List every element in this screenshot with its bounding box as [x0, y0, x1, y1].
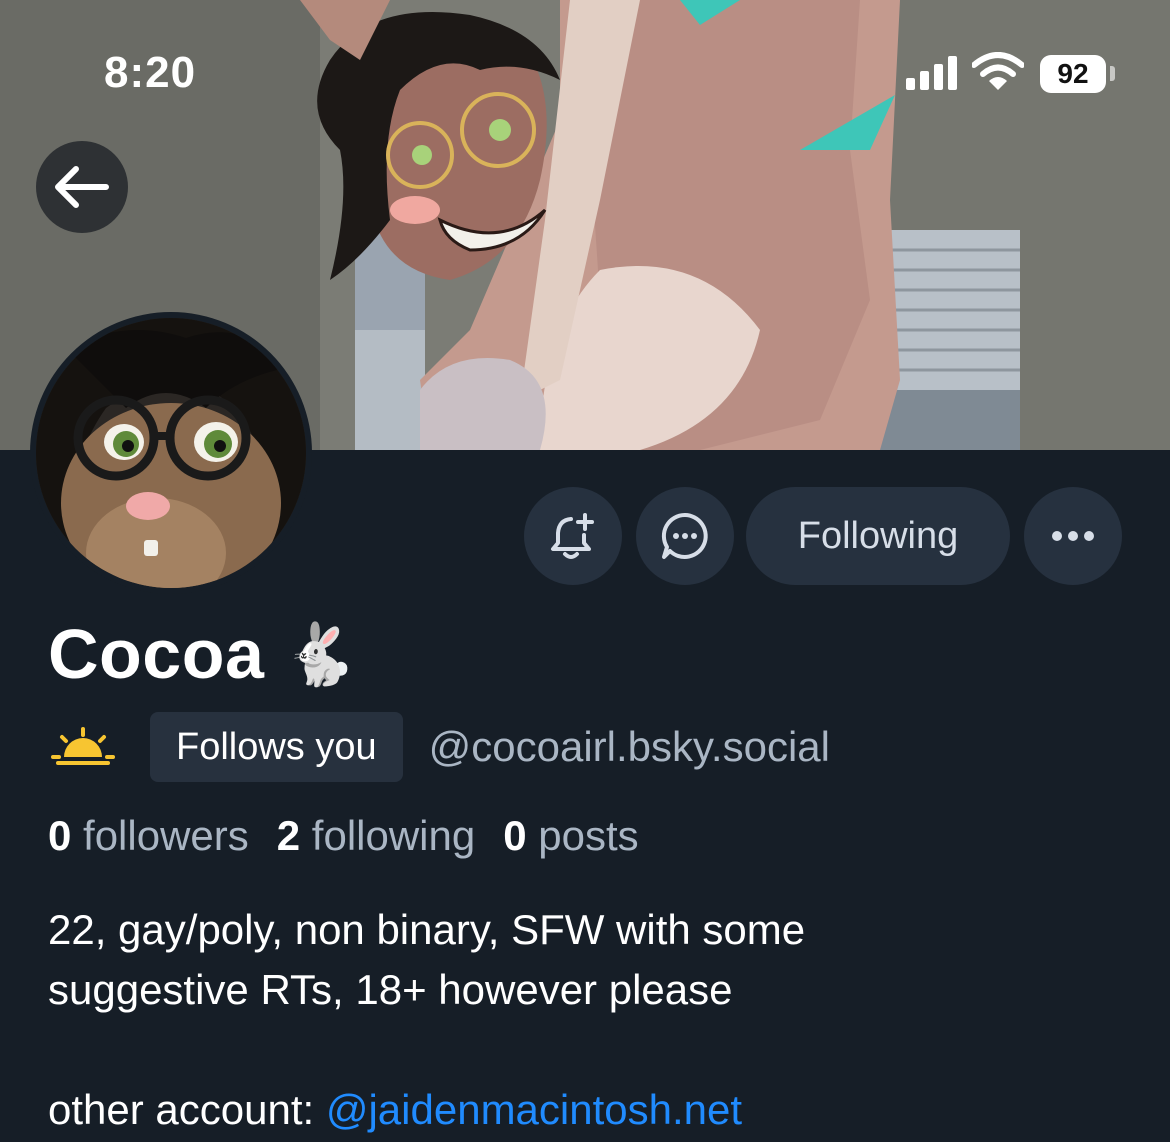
- chat-bubble-icon: [661, 512, 708, 559]
- following-button-label: Following: [797, 514, 959, 557]
- wifi-icon: [972, 52, 1024, 90]
- message-button[interactable]: [636, 487, 734, 585]
- following-button[interactable]: Following: [746, 487, 1010, 585]
- following-label: following: [311, 812, 476, 859]
- status-time: 8:20: [104, 48, 197, 97]
- other-account-link[interactable]: @jaidenmacintosh.net: [326, 1086, 742, 1133]
- following-count: 2: [276, 812, 301, 859]
- bell-plus-icon: [551, 513, 594, 559]
- posts-stat: 0 posts: [503, 812, 638, 860]
- status-bar: 8:20 92: [0, 0, 1170, 140]
- battery-nub: [1110, 66, 1115, 81]
- avatar[interactable]: [30, 312, 312, 594]
- subscribe-notifications-button[interactable]: [524, 487, 622, 585]
- signal-icon: [906, 56, 957, 90]
- bio-blank-line: [48, 1020, 1048, 1080]
- bio-line-3: other account: @jaidenmacintosh.net: [48, 1080, 1048, 1140]
- handle-row: Follows you @cocoairl.bsky.social: [50, 712, 830, 782]
- followers-stat[interactable]: 0 followers: [48, 812, 249, 860]
- follows-you-badge: Follows you: [150, 712, 403, 782]
- more-options-button[interactable]: [1024, 487, 1122, 585]
- followers-count: 0: [48, 812, 72, 859]
- back-button[interactable]: [36, 141, 128, 233]
- followers-label: followers: [83, 812, 249, 859]
- other-account-label: other account:: [48, 1086, 326, 1133]
- rabbit-emoji: 🐇: [282, 619, 358, 690]
- display-name: Cocoa 🐇: [48, 614, 358, 694]
- avatar-image: [36, 318, 306, 588]
- display-name-text: Cocoa: [48, 615, 265, 693]
- arrow-left-icon: [55, 166, 109, 208]
- follows-you-label: Follows you: [176, 725, 377, 768]
- following-stat[interactable]: 2 following: [277, 812, 475, 860]
- battery-level: 92: [1057, 58, 1089, 89]
- profile-bio: 22, gay/poly, non binary, SFW with some …: [48, 900, 1048, 1140]
- posts-count: 0: [503, 812, 527, 859]
- profile-stats: 0 followers 2 following 0 posts: [48, 806, 667, 866]
- sunrise-icon: [51, 727, 115, 765]
- bio-line-1: 22, gay/poly, non binary, SFW with some: [48, 906, 806, 953]
- posts-label: posts: [538, 812, 639, 859]
- profile-handle[interactable]: @cocoairl.bsky.social: [429, 723, 830, 771]
- battery-icon: 92: [1040, 55, 1106, 93]
- bio-line-2: suggestive RTs, 18+ however please: [48, 966, 733, 1013]
- ellipsis-icon: [1052, 531, 1094, 541]
